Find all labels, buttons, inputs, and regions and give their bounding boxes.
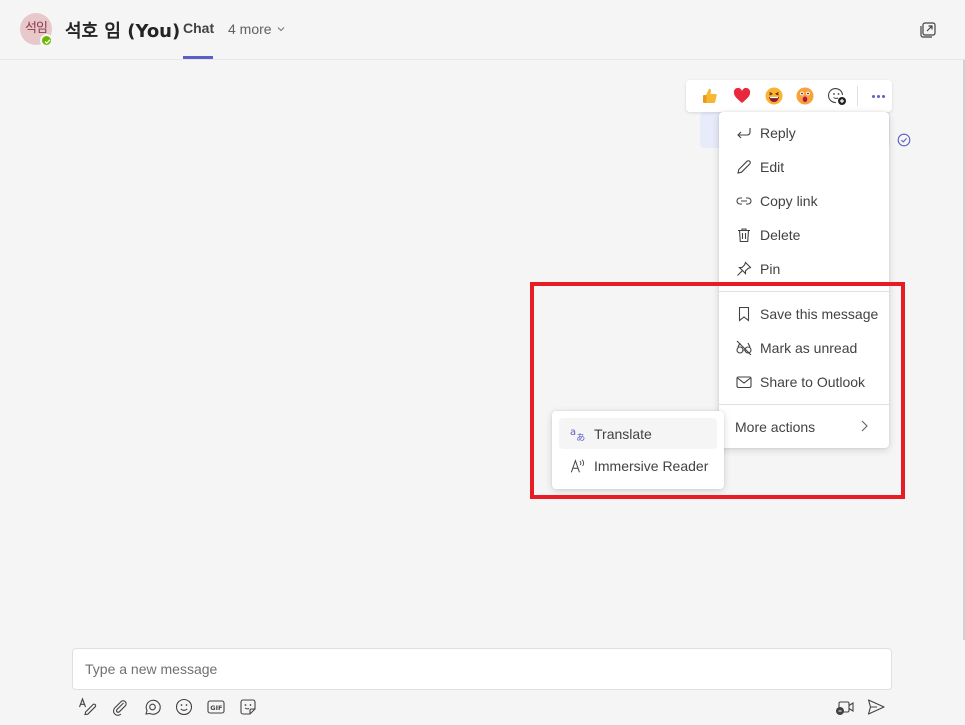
menu-item-share-outlook[interactable]: Share to Outlook bbox=[719, 365, 889, 399]
reaction-like[interactable] bbox=[694, 80, 726, 112]
menu-divider bbox=[719, 404, 889, 405]
tab-more-label: 4 more bbox=[228, 21, 272, 37]
gif-button[interactable]: GIF bbox=[206, 697, 226, 717]
bookmark-icon bbox=[735, 305, 753, 323]
menu-item-label: Edit bbox=[760, 159, 785, 175]
submenu-item-label: Immersive Reader bbox=[594, 457, 709, 474]
paperclip-icon bbox=[112, 700, 127, 716]
surprised-face-icon bbox=[796, 87, 814, 105]
laughing-face-icon bbox=[765, 87, 783, 105]
menu-item-save-message[interactable]: Save this message bbox=[719, 297, 889, 331]
menu-item-more-actions[interactable]: More actions bbox=[719, 410, 889, 444]
menu-item-label: Reply bbox=[760, 125, 796, 141]
reaction-surprised[interactable] bbox=[789, 80, 821, 112]
menu-item-pin[interactable]: Pin bbox=[719, 252, 889, 286]
svg-text:あ: あ bbox=[576, 432, 585, 443]
attach-button[interactable] bbox=[110, 697, 130, 717]
menu-item-label: Pin bbox=[760, 261, 781, 277]
reaction-divider bbox=[857, 86, 859, 106]
read-receipt-icon bbox=[897, 133, 911, 147]
pencil-icon bbox=[735, 158, 753, 176]
add-emoji-icon bbox=[828, 87, 847, 105]
menu-item-label: More actions bbox=[735, 419, 816, 435]
link-icon bbox=[735, 192, 753, 210]
format-icon bbox=[78, 697, 97, 716]
compose-toolbar: GIF bbox=[78, 697, 258, 717]
compose-box[interactable] bbox=[72, 648, 892, 690]
menu-item-reply[interactable]: Reply bbox=[719, 116, 889, 150]
reaction-laugh[interactable] bbox=[758, 80, 790, 112]
message-input[interactable] bbox=[85, 649, 879, 689]
submenu-item-translate[interactable]: a あ Translate bbox=[559, 418, 717, 449]
active-tab-indicator bbox=[183, 56, 213, 59]
svg-text:a: a bbox=[570, 426, 576, 437]
video-schedule-icon bbox=[836, 701, 854, 715]
pin-icon bbox=[735, 260, 753, 278]
more-options-button[interactable] bbox=[864, 80, 892, 112]
menu-item-label: Save this message bbox=[760, 306, 879, 322]
sticker-icon bbox=[240, 699, 256, 715]
emoji-button[interactable] bbox=[174, 697, 194, 717]
svg-text:GIF: GIF bbox=[210, 704, 222, 712]
translate-icon: a あ bbox=[570, 425, 588, 443]
more-actions-submenu: a あ Translate Immersive Reader bbox=[552, 411, 724, 489]
send-icon bbox=[867, 699, 885, 715]
unread-icon bbox=[735, 339, 753, 357]
immersive-reader-icon bbox=[570, 457, 588, 475]
send-button[interactable] bbox=[866, 697, 886, 717]
format-button[interactable] bbox=[78, 697, 98, 717]
chat-header: 석임 석호 임 (You) Chat 4 more bbox=[0, 0, 965, 60]
heart-icon bbox=[733, 87, 750, 103]
tab-chat[interactable]: Chat bbox=[183, 20, 214, 60]
add-reaction-button[interactable] bbox=[821, 80, 853, 112]
loop-icon bbox=[145, 699, 161, 715]
tab-more-dropdown[interactable]: 4 more bbox=[228, 21, 286, 37]
reaction-heart[interactable] bbox=[726, 80, 758, 112]
gif-icon: GIF bbox=[207, 700, 225, 714]
submenu-item-label: Translate bbox=[594, 425, 652, 442]
popout-icon[interactable] bbox=[919, 21, 937, 39]
loop-component-button[interactable] bbox=[142, 697, 162, 717]
menu-item-edit[interactable]: Edit bbox=[719, 150, 889, 184]
menu-item-delete[interactable]: Delete bbox=[719, 218, 889, 252]
menu-item-label: Mark as unread bbox=[760, 340, 858, 356]
submenu-item-immersive-reader[interactable]: Immersive Reader bbox=[559, 450, 717, 481]
mail-icon bbox=[735, 373, 753, 391]
message-context-menu: Reply Edit Copy link Delete Pin Save thi… bbox=[719, 112, 889, 448]
menu-item-copy-link[interactable]: Copy link bbox=[719, 184, 889, 218]
sticker-button[interactable] bbox=[238, 697, 258, 717]
chat-title: 석호 임 (You) bbox=[65, 21, 181, 42]
chevron-down-icon bbox=[277, 27, 284, 32]
reply-icon bbox=[735, 124, 753, 142]
trash-icon bbox=[735, 226, 753, 244]
thumbs-up-icon bbox=[702, 88, 717, 103]
menu-divider bbox=[719, 291, 889, 292]
emoji-icon bbox=[175, 698, 193, 716]
menu-item-label: Copy link bbox=[760, 193, 818, 209]
reaction-bar bbox=[686, 80, 892, 112]
menu-item-label: Share to Outlook bbox=[760, 374, 866, 390]
menu-item-mark-unread[interactable]: Mark as unread bbox=[719, 331, 889, 365]
presence-available-icon bbox=[40, 34, 53, 47]
menu-item-label: Delete bbox=[760, 227, 801, 243]
meet-now-button[interactable] bbox=[835, 697, 855, 717]
chevron-right-icon bbox=[859, 419, 869, 436]
